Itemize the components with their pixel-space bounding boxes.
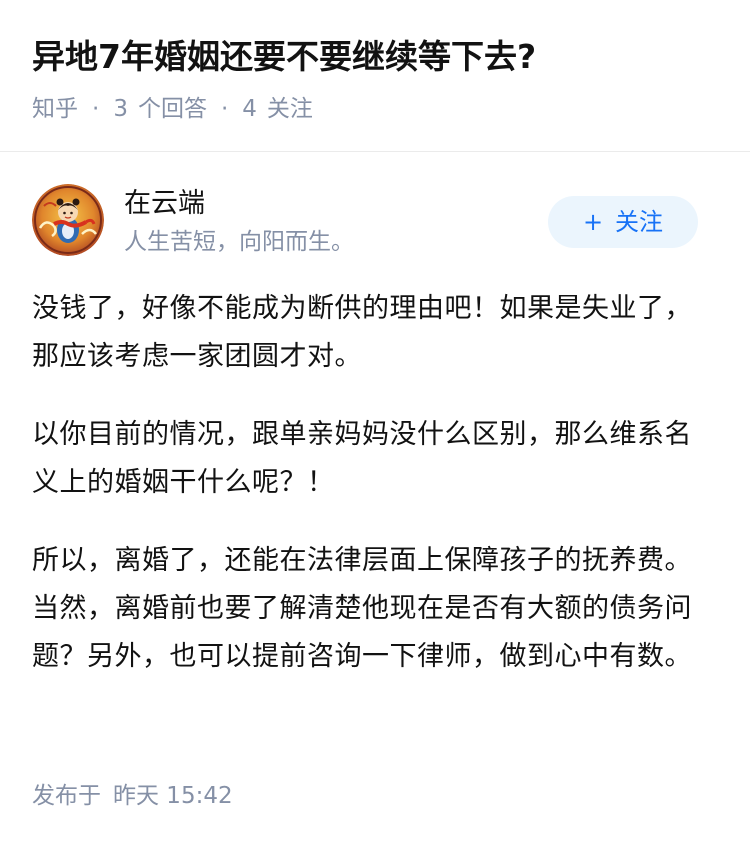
published-label: 发布于 [32, 783, 101, 809]
question-title[interactable]: 异地7年婚姻还要不要继续等下去? [32, 34, 722, 80]
plus-icon: + [582, 208, 604, 236]
follower-count-label: 关注 [266, 96, 313, 122]
answer-count-label[interactable]: 个回答 [138, 92, 207, 126]
answer-content: 没钱了，好像不能成为断供的理由吧！如果是失业了，那应该考虑一家团圆才对。 以你目… [32, 285, 718, 711]
author-info: 在云端 人生苦短，向阳而生。 + 关注 [0, 180, 750, 270]
question-header: 异地7年婚姻还要不要继续等下去? 知乎 · 3 个回答 · 4 关注 [0, 0, 750, 152]
source-label: 知乎 [32, 96, 78, 122]
meta-separator: · [220, 96, 229, 122]
answer-count: 3 [113, 96, 128, 122]
author-bio: 人生苦短，向阳而生。 [124, 229, 354, 255]
avatar[interactable] [32, 184, 104, 256]
publish-info: 发布于 昨天 15:42 [32, 778, 233, 814]
answer-paragraph: 以你目前的情况，跟单亲妈妈没什么区别，那么维系名义上的婚姻干什么呢？！ [32, 419, 692, 498]
answer-paragraph: 没钱了，好像不能成为断供的理由吧！如果是失业了，那应该考虑一家团圆才对。 [32, 293, 692, 372]
meta-separator: · [92, 96, 100, 122]
follower-count: 4 [242, 96, 257, 122]
author-name[interactable]: 在云端 [124, 184, 205, 224]
question-meta: 知乎 · 3 个回答 · 4 关注 [32, 92, 313, 126]
published-time: 昨天 15:42 [113, 783, 233, 809]
follow-button-label: 关注 [615, 208, 664, 236]
avatar-illustration-icon [32, 184, 104, 256]
answer-paragraph: 所以，离婚了，还能在法律层面上保障孩子的抚养费。当然，离婚前也要了解清楚他现在是… [32, 545, 692, 672]
follow-button[interactable]: + 关注 [548, 196, 698, 248]
answer-page: 异地7年婚姻还要不要继续等下去? 知乎 · 3 个回答 · 4 关注 在云端 人… [0, 0, 750, 846]
